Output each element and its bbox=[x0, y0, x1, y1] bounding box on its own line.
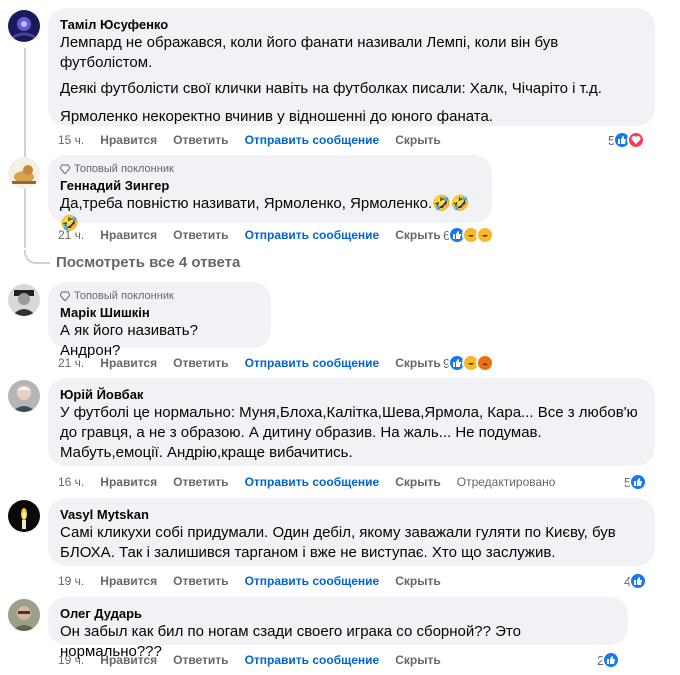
reply-button[interactable]: Ответить bbox=[173, 574, 228, 588]
hide-button[interactable]: Скрыть bbox=[395, 356, 441, 370]
comment-text: Самі кликухи собі придумали. Один дебіл,… bbox=[60, 524, 616, 561]
hide-button[interactable]: Скрыть bbox=[395, 653, 441, 667]
avatar[interactable] bbox=[8, 157, 40, 189]
comment-author[interactable]: Марік Шишкін bbox=[60, 304, 259, 321]
avatar[interactable] bbox=[8, 284, 40, 316]
comment-actions: 19 ч. Нравится Ответить Отправить сообще… bbox=[58, 573, 457, 589]
comment-actions: 19 ч. Нравится Ответить Отправить сообще… bbox=[58, 652, 457, 668]
like-button[interactable]: Нравится bbox=[100, 356, 157, 370]
send-message-button[interactable]: Отправить сообщение bbox=[245, 475, 380, 489]
love-icon bbox=[627, 131, 646, 149]
badge-label: Топовый поклонник bbox=[74, 290, 174, 302]
comment-time[interactable]: 21 ч. bbox=[58, 228, 84, 242]
like-button[interactable]: Нравится bbox=[100, 653, 157, 667]
comment-bubble: Топовый поклонник Марік Шишкін А як його… bbox=[48, 282, 271, 359]
comment-text: Лемпард не ображався, коли його фанати н… bbox=[60, 34, 559, 71]
thread-line bbox=[24, 48, 26, 248]
comment-text: У футболі це нормально: Муня,Блоха,Каліт… bbox=[60, 404, 638, 461]
comment-time[interactable]: 19 ч. bbox=[58, 574, 84, 588]
comment-actions: 16 ч. Нравится Ответить Отправить сообще… bbox=[58, 474, 571, 490]
comment-author[interactable]: Юрій Йовбак bbox=[60, 386, 643, 403]
top-fan-badge: Топовый поклонник bbox=[60, 163, 480, 175]
comment-bubble: Юрій Йовбак У футболі це нормально: Муня… bbox=[48, 378, 655, 466]
comment-text: Ярмоленко некоректно вчинив у відношенні… bbox=[60, 108, 493, 125]
comment-author[interactable]: Олег Дударь bbox=[60, 605, 616, 622]
avatar[interactable] bbox=[8, 599, 40, 631]
comment-actions: 21 ч. Нравится Ответить Отправить сообще… bbox=[58, 355, 457, 371]
comment-bubble: Vasyl Mytskan Самі кликухи собі придумал… bbox=[48, 498, 655, 566]
send-message-button[interactable]: Отправить сообщение bbox=[245, 356, 380, 370]
send-message-button[interactable]: Отправить сообщение bbox=[245, 653, 380, 667]
comment-time[interactable]: 19 ч. bbox=[58, 653, 84, 667]
hide-button[interactable]: Скрыть bbox=[395, 574, 441, 588]
edited-label[interactable]: Отредактировано bbox=[457, 475, 556, 489]
reply-button[interactable]: Ответить bbox=[173, 228, 228, 242]
reply-button[interactable]: Ответить bbox=[173, 475, 228, 489]
thread-curve bbox=[24, 250, 50, 264]
comment-author[interactable]: Геннадий Зингер bbox=[60, 177, 480, 194]
avatar[interactable] bbox=[8, 380, 40, 412]
comment-author[interactable]: Vasyl Mytskan bbox=[60, 506, 643, 523]
hide-button[interactable]: Скрыть bbox=[395, 475, 441, 489]
comment-bubble: Таміл Юсуфенко Лемпард не ображався, кол… bbox=[48, 8, 655, 126]
avatar[interactable] bbox=[8, 500, 40, 532]
angry-icon bbox=[476, 354, 495, 372]
like-button[interactable]: Нравится bbox=[100, 574, 157, 588]
reply-button[interactable]: Ответить bbox=[173, 653, 228, 667]
reaction-summary[interactable]: 4 bbox=[624, 571, 648, 591]
send-message-button[interactable]: Отправить сообщение bbox=[245, 574, 380, 588]
reply-button[interactable]: Ответить bbox=[173, 133, 228, 147]
comment-time[interactable]: 21 ч. bbox=[58, 356, 84, 370]
comment-author[interactable]: Таміл Юсуфенко bbox=[60, 16, 643, 33]
comment-bubble: Топовый поклонник Геннадий Зингер Да,тре… bbox=[48, 155, 492, 232]
like-icon bbox=[629, 473, 648, 491]
like-icon bbox=[602, 651, 621, 669]
reaction-summary[interactable]: 2 bbox=[597, 650, 621, 670]
comment-time[interactable]: 16 ч. bbox=[58, 475, 84, 489]
comment-time[interactable]: 15 ч. bbox=[58, 133, 84, 147]
comment-text: Деякі футболісти свої клички навіть на ф… bbox=[60, 80, 602, 97]
comment-actions: 15 ч. Нравится Ответить Отправить сообще… bbox=[58, 132, 457, 148]
like-button[interactable]: Нравится bbox=[100, 475, 157, 489]
badge-label: Топовый поклонник bbox=[74, 163, 174, 175]
hide-button[interactable]: Скрыть bbox=[395, 133, 441, 147]
reaction-summary[interactable]: 5 bbox=[624, 472, 648, 492]
comment-actions: 21 ч. Нравится Ответить Отправить сообще… bbox=[58, 227, 457, 243]
reaction-summary[interactable]: 5 bbox=[608, 130, 646, 150]
comment-bubble: Олег Дударь Он забыл как бил по ногам сз… bbox=[48, 597, 628, 660]
like-button[interactable]: Нравится bbox=[100, 228, 157, 242]
reaction-summary[interactable]: 9 bbox=[443, 353, 495, 373]
send-message-button[interactable]: Отправить сообщение bbox=[245, 228, 380, 242]
like-button[interactable]: Нравится bbox=[100, 133, 157, 147]
like-icon bbox=[629, 572, 648, 590]
reply-button[interactable]: Ответить bbox=[173, 356, 228, 370]
diamond-icon bbox=[60, 291, 70, 301]
diamond-icon bbox=[60, 164, 70, 174]
hide-button[interactable]: Скрыть bbox=[395, 228, 441, 242]
send-message-button[interactable]: Отправить сообщение bbox=[245, 133, 380, 147]
view-all-replies-link[interactable]: Посмотреть все 4 ответа bbox=[56, 254, 240, 271]
haha-icon bbox=[476, 226, 495, 244]
avatar[interactable] bbox=[8, 10, 40, 42]
top-fan-badge: Топовый поклонник bbox=[60, 290, 259, 302]
reaction-summary[interactable]: 6 bbox=[443, 225, 495, 245]
